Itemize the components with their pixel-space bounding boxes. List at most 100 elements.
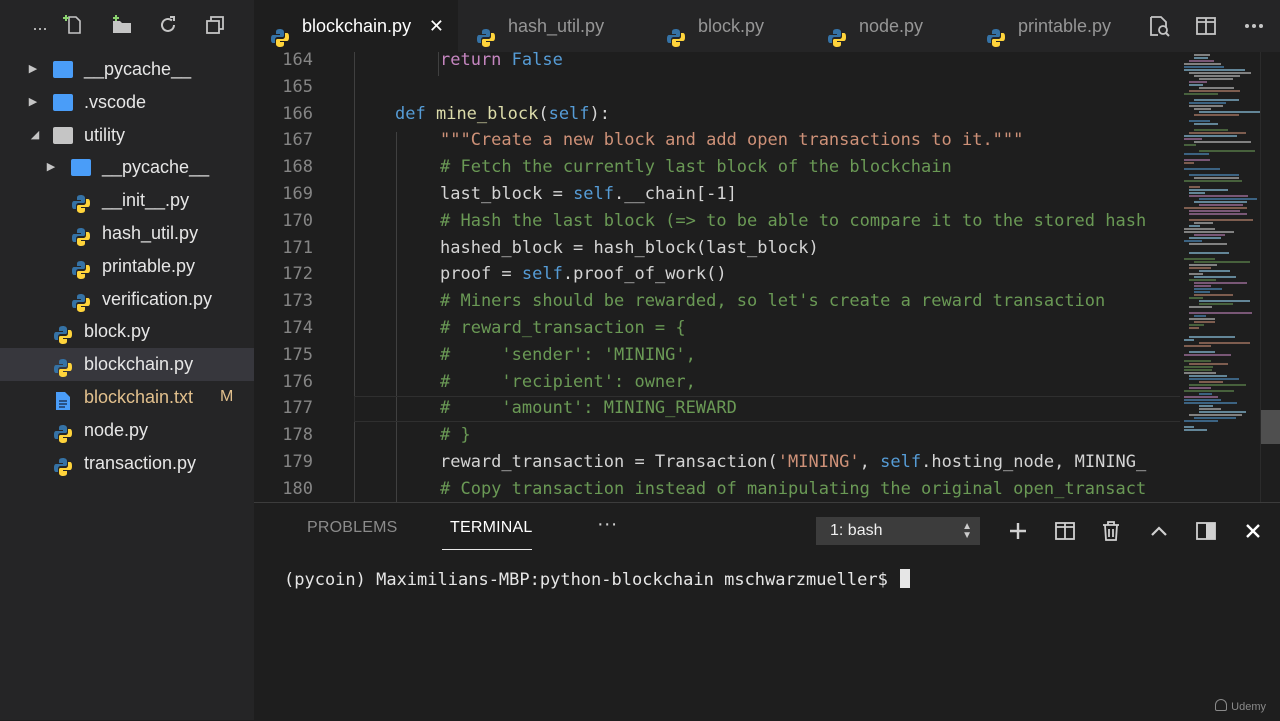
minimap-line: [1194, 417, 1236, 419]
tree-item-node-py[interactable]: node.py: [0, 414, 254, 447]
chevron-right-icon: ▶: [28, 95, 38, 108]
tab-problems[interactable]: PROBLEMS: [307, 519, 398, 537]
code-line[interactable]: 165: [254, 74, 1180, 101]
refresh-icon[interactable]: [156, 14, 180, 38]
tab-label: block.py: [698, 16, 765, 36]
minimap-line: [1194, 294, 1233, 296]
maximize-panel-icon[interactable]: [1147, 519, 1171, 543]
minimap-line: [1189, 192, 1205, 194]
code-text: reward_transaction = Transaction('MINING…: [440, 449, 1146, 476]
tab-printable-py[interactable]: printable.py: [970, 0, 1130, 52]
kill-terminal-icon[interactable]: [1099, 519, 1123, 543]
code-line[interactable]: 172 proof = self.proof_of_work(): [254, 261, 1180, 288]
close-panel-icon[interactable]: [1241, 519, 1265, 543]
code-line[interactable]: 180 # Copy transaction instead of manipul…: [254, 476, 1180, 502]
code-line[interactable]: 178 # }: [254, 422, 1180, 449]
tree-item-block-py[interactable]: block.py: [0, 315, 254, 348]
tree-item-verification-py[interactable]: verification.py: [0, 283, 254, 316]
minimap-line: [1184, 369, 1212, 371]
tab-block-py[interactable]: block.py: [650, 0, 800, 52]
code-line[interactable]: 169 last_block = self.__chain[-1]: [254, 181, 1180, 208]
minimap-line: [1189, 195, 1248, 197]
minimap-line: [1194, 276, 1236, 278]
split-terminal-icon[interactable]: [1053, 519, 1077, 543]
code-line[interactable]: 167 """Create a new block and add open tr…: [254, 127, 1180, 154]
line-number: 165: [282, 76, 313, 97]
tab-node-py[interactable]: node.py: [811, 0, 961, 52]
tab-terminal[interactable]: TERMINAL: [450, 519, 533, 537]
minimap-line: [1189, 174, 1239, 176]
minimap-line: [1184, 207, 1247, 209]
tab-blockchain-py[interactable]: blockchain.py ✕: [254, 0, 458, 52]
code-token: # Copy transaction instead of manipulati…: [440, 478, 1147, 499]
minimap-line: [1189, 219, 1253, 221]
tree-item-init-py[interactable]: __init__.py: [0, 184, 254, 217]
more-panel-tabs-button[interactable]: ···: [597, 513, 618, 536]
minimap[interactable]: [1180, 52, 1260, 502]
split-editor-icon[interactable]: [1194, 14, 1218, 38]
terminal-shell-select[interactable]: 1: bash ▲ ▼: [816, 517, 980, 545]
code-token: .proof_of_work(): [562, 264, 727, 285]
code-line[interactable]: 177 # 'amount': MINING_REWARD: [254, 395, 1180, 422]
minimap-line: [1194, 123, 1218, 125]
tree-item-transaction-py[interactable]: transaction.py: [0, 447, 254, 480]
active-tab-indicator: [442, 549, 532, 550]
code-line[interactable]: 171 hashed_block = hash_block(last_block): [254, 235, 1180, 262]
tree-item-pycache[interactable]: ▶ __pycache__: [0, 53, 254, 86]
more-actions-button[interactable]: ...: [28, 12, 52, 36]
code-line[interactable]: 173 # Miners should be rewarded, so let's…: [254, 288, 1180, 315]
tree-item-utility-pycache[interactable]: ▶ __pycache__: [0, 151, 254, 184]
code-text: """Create a new block and add open trans…: [440, 127, 1023, 154]
more-actions-icon[interactable]: [1242, 14, 1266, 38]
close-tab-button[interactable]: ✕: [429, 0, 444, 52]
tree-item-printable-py[interactable]: printable.py: [0, 250, 254, 283]
code-line[interactable]: 168 # Fetch the currently last block of t…: [254, 154, 1180, 181]
minimap-line: [1189, 327, 1199, 329]
code-token: 'MINING': [777, 452, 860, 472]
new-terminal-icon[interactable]: [1006, 519, 1030, 543]
terminal-output[interactable]: (pycoin) Maximilians-MBP:python-blockcha…: [284, 569, 911, 590]
tree-item-utility[interactable]: ◢ utility: [0, 119, 254, 152]
vertical-scrollbar[interactable]: [1260, 52, 1280, 502]
minimap-line: [1194, 315, 1206, 317]
code-line[interactable]: 179 reward_transaction = Transaction('MIN…: [254, 449, 1180, 476]
tree-item-blockchain-txt[interactable]: blockchain.txt M: [0, 381, 254, 414]
tree-item-hash-util-py[interactable]: hash_util.py: [0, 217, 254, 250]
minimap-line: [1199, 411, 1246, 413]
minimap-line: [1184, 402, 1237, 404]
code-token: return: [440, 52, 502, 70]
minimap-line: [1194, 282, 1247, 284]
code-editor[interactable]: 164 return False 165 166 def mine_block(self…: [254, 52, 1180, 502]
minimap-line: [1199, 303, 1233, 305]
tree-item-label: .vscode: [84, 91, 147, 112]
code-line[interactable]: 170 # Hash the last block (=> to be able …: [254, 208, 1180, 235]
minimap-line: [1189, 267, 1211, 269]
code-line[interactable]: 166 def mine_block(self):: [254, 101, 1180, 128]
new-file-icon[interactable]: [62, 14, 86, 38]
chevron-down-icon: ◢: [30, 128, 40, 141]
code-line[interactable]: 176 # 'recipient': owner,: [254, 369, 1180, 396]
tab-hash-util-py[interactable]: hash_util.py: [460, 0, 642, 52]
tab-label: hash_util.py: [508, 16, 605, 36]
tree-item-label: blockchain.py: [84, 354, 194, 375]
new-folder-icon[interactable]: [110, 14, 134, 38]
code-line[interactable]: 164 return False: [254, 52, 1180, 74]
code-text: # 'sender': 'MINING',: [440, 342, 696, 369]
tree-item-blockchain-py[interactable]: blockchain.py: [0, 348, 254, 381]
code-line[interactable]: 174 # reward_transaction = {: [254, 315, 1180, 342]
minimap-line: [1184, 390, 1234, 392]
scrollbar-thumb[interactable]: [1261, 410, 1280, 444]
line-number: 168: [282, 157, 313, 178]
tree-item-vscode[interactable]: ▶ .vscode: [0, 86, 254, 119]
minimap-line: [1199, 111, 1260, 113]
open-changes-icon[interactable]: [1147, 14, 1171, 38]
code-text: # reward_transaction = {: [440, 315, 686, 342]
minimap-line: [1199, 87, 1234, 89]
python-icon: [53, 323, 73, 345]
collapse-all-icon[interactable]: [203, 14, 227, 38]
vscode-folder-icon: [53, 93, 73, 111]
minimap-line: [1199, 198, 1257, 200]
toggle-panel-position-icon[interactable]: [1194, 519, 1218, 543]
minimap-line: [1184, 339, 1194, 341]
code-line[interactable]: 175 # 'sender': 'MINING',: [254, 342, 1180, 369]
